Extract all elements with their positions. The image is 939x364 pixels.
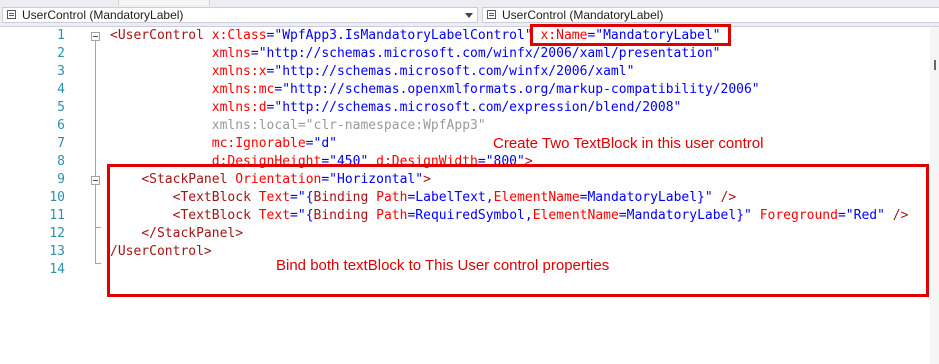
collapse-usercontrol-icon[interactable] — [91, 32, 100, 41]
line-number: 1 — [57, 28, 65, 43]
code-line[interactable]: 3 xmlns:x="http://schemas.microsoft.com/… — [0, 63, 939, 81]
line-number: 9 — [57, 172, 65, 187]
highlight-xname-box — [530, 24, 731, 46]
fold-guide — [95, 185, 96, 227]
code-token: ="http://schemas.openxmlformats.org/mark… — [274, 82, 760, 97]
code-token: xmlns:local="clr-namespace:WpfApp3" — [211, 118, 486, 133]
code-line[interactable]: 6 xmlns:local="clr-namespace:WpfApp3" — [0, 117, 939, 135]
code-token: xmlns — [211, 46, 251, 61]
highlight-stackpanel-box — [107, 164, 929, 297]
type-dropdown[interactable]: UserControl (MandatoryLabel) — [2, 7, 478, 23]
code-text: xmlns:d="http://schemas.microsoft.com/ex… — [110, 99, 682, 117]
annotation-bind-textblocks: Bind both textBlock to This User control… — [276, 257, 610, 274]
line-number: 6 — [57, 118, 65, 133]
member-dropdown-label: UserControl (MandatoryLabel) — [502, 8, 664, 22]
code-token: UserControl — [117, 28, 204, 43]
line-number: 14 — [49, 262, 65, 277]
code-token: ="d" — [305, 136, 337, 151]
line-number: 5 — [57, 100, 65, 115]
line-number: 13 — [49, 244, 65, 259]
code-text: mc:Ignorable="d" — [110, 135, 337, 153]
fold-guide-end — [95, 227, 101, 228]
chevron-down-icon[interactable] — [465, 13, 473, 18]
scroll-marker — [934, 60, 936, 70]
code-token: mc:Ignorable — [211, 136, 306, 151]
usercontrol-icon — [6, 9, 18, 21]
navigation-bar: UserControl (MandatoryLabel) UserControl… — [0, 5, 939, 27]
line-number: 8 — [57, 154, 65, 169]
fold-guide-end — [95, 263, 101, 264]
code-token: xmlns:x — [211, 64, 267, 79]
code-token: < — [110, 28, 118, 43]
code-token: ="http://schemas.microsoft.com/winfx/200… — [250, 46, 721, 61]
collapse-stackpanel-icon[interactable] — [91, 176, 100, 185]
code-token: ="http://schemas.microsoft.com/expressio… — [266, 100, 682, 115]
code-text: xmlns:x="http://schemas.microsoft.com/wi… — [110, 63, 635, 81]
line-number: 12 — [49, 226, 65, 241]
code-token: ="http://schemas.microsoft.com/winfx/200… — [266, 64, 635, 79]
code-text: xmlns:mc="http://schemas.openxmlformats.… — [110, 81, 760, 99]
code-line[interactable]: 5 xmlns:d="http://schemas.microsoft.com/… — [0, 99, 939, 117]
member-dropdown[interactable]: UserControl (MandatoryLabel) — [482, 7, 939, 23]
line-number: 2 — [57, 46, 65, 61]
line-number: 10 — [49, 190, 65, 205]
usercontrol-icon — [486, 9, 498, 21]
vertical-scrollbar[interactable] — [930, 27, 939, 364]
line-number: 4 — [57, 82, 65, 97]
code-line[interactable]: 7 mc:Ignorable="d" — [0, 135, 939, 153]
code-text: xmlns="http://schemas.microsoft.com/winf… — [110, 45, 721, 63]
code-token: xmlns:mc — [211, 82, 275, 97]
line-number: 7 — [57, 136, 65, 151]
code-line[interactable]: 1 <UserControl x:Class="WpfApp3.IsMandato… — [0, 27, 939, 45]
line-number: 3 — [57, 64, 65, 79]
type-dropdown-label: UserControl (MandatoryLabel) — [22, 8, 184, 22]
fold-guide — [95, 41, 96, 263]
line-number: 11 — [49, 208, 65, 223]
code-token: x:Class — [211, 28, 267, 43]
code-line[interactable]: 2 xmlns="http://schemas.microsoft.com/wi… — [0, 45, 939, 63]
code-text: xmlns:local="clr-namespace:WpfApp3" — [110, 117, 486, 135]
code-line[interactable]: 4 xmlns:mc="http://schemas.openxmlformat… — [0, 81, 939, 99]
code-token: ="WpfApp3.IsMandatoryLabelControl" — [266, 28, 533, 43]
annotation-create-textblocks: Create Two TextBlock in this user contro… — [491, 135, 766, 153]
code-token: xmlns:d — [211, 100, 267, 115]
